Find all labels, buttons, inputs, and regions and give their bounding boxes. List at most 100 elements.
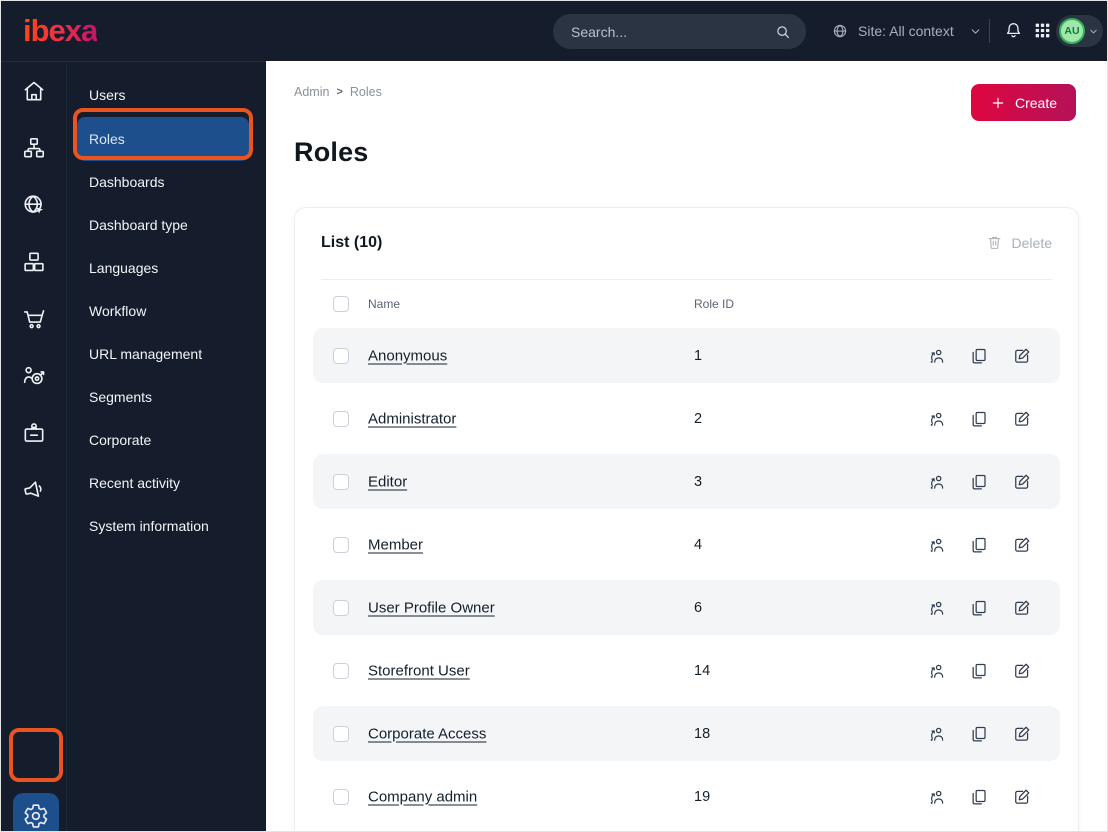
rail-item-content[interactable] [1,119,67,176]
create-button-label: Create [1014,94,1057,111]
role-id: 18 [694,725,711,742]
settings-gear-icon [23,803,49,829]
menu-item-languages[interactable]: Languages [67,247,266,290]
table-row[interactable]: User Profile Owner 6 [313,580,1060,635]
role-name-link[interactable]: Company admin [368,788,477,805]
role-name-link[interactable]: User Profile Owner [368,599,495,616]
bell-icon[interactable] [1003,20,1024,41]
row-checkbox[interactable] [333,347,349,364]
edit-icon[interactable] [1012,598,1032,618]
create-button[interactable]: Create [970,84,1076,121]
menu-item-segments[interactable]: Segments [67,376,266,419]
assign-user-icon[interactable] [926,598,946,618]
menu-item-recent-activity[interactable]: Recent activity [67,462,266,505]
role-id: 1 [694,347,703,364]
table-row[interactable]: Editor 3 [313,454,1060,509]
row-checkbox[interactable] [333,536,349,553]
role-name-link[interactable]: Anonymous [368,347,447,364]
edit-icon[interactable] [1012,409,1032,429]
row-checkbox[interactable] [333,662,349,679]
copy-icon[interactable] [969,787,989,807]
row-checkbox[interactable] [333,410,349,427]
app-grid-icon[interactable] [1032,20,1053,41]
rail-item-site[interactable] [1,176,67,233]
assign-user-icon[interactable] [926,661,946,681]
role-name-link[interactable]: Corporate Access [368,725,486,742]
menu-item-corporate[interactable]: Corporate [67,419,266,462]
assign-user-icon[interactable] [926,472,946,492]
select-all-checkbox[interactable] [333,296,349,312]
copy-icon[interactable] [969,409,989,429]
row-checkbox[interactable] [333,473,349,490]
role-name-link[interactable]: Member [368,536,423,553]
rail-item-marketing[interactable] [1,461,67,518]
rail-item-admin-settings[interactable] [13,793,59,831]
megaphone-icon [21,477,47,503]
table-row[interactable]: Anonymous 1 [313,328,1060,383]
assign-user-icon[interactable] [926,724,946,744]
copy-icon[interactable] [969,598,989,618]
assign-user-icon[interactable] [926,409,946,429]
site-context-label: Site: All context [858,23,954,39]
rail-item-commerce[interactable] [1,290,67,347]
row-actions [926,787,1032,807]
breadcrumb-roles[interactable]: Roles [350,85,382,99]
row-checkbox[interactable] [333,788,349,805]
row-actions [926,724,1032,744]
row-checkbox[interactable] [333,725,349,742]
app-window: ibexa Site: All context AU [0,0,1108,832]
ibexa-logo[interactable]: ibexa [23,13,98,49]
edit-icon[interactable] [1012,724,1032,744]
edit-icon[interactable] [1012,661,1032,681]
copy-icon[interactable] [969,346,989,366]
assign-user-icon[interactable] [926,346,946,366]
menu-item-dashboards[interactable]: Dashboards [67,161,266,204]
edit-icon[interactable] [1012,535,1032,555]
role-id: 4 [694,536,703,553]
role-name-link[interactable]: Storefront User [368,662,470,679]
column-header-name: Name [368,297,401,311]
role-name-link[interactable]: Administrator [368,410,456,427]
global-search[interactable] [553,14,806,49]
rail-item-personalization[interactable] [1,347,67,404]
menu-item-url-management[interactable]: URL management [67,333,266,376]
globe-icon [831,22,849,40]
menu-item-system-information[interactable]: System information [67,505,266,548]
copy-icon[interactable] [969,724,989,744]
copy-icon[interactable] [969,472,989,492]
breadcrumb-admin[interactable]: Admin [294,85,329,99]
table-row[interactable]: Company admin 19 [313,769,1060,824]
assign-user-icon[interactable] [926,787,946,807]
delete-button[interactable]: Delete [986,234,1052,251]
corporate-badge-icon [21,420,47,446]
edit-icon[interactable] [1012,346,1032,366]
role-name-link[interactable]: Editor [368,473,407,490]
rail-item-corporate[interactable] [1,404,67,461]
breadcrumb-separator: > [336,86,343,98]
menu-item-dashboard-type[interactable]: Dashboard type [67,204,266,247]
search-input[interactable] [553,23,774,40]
copy-icon[interactable] [969,661,989,681]
avatar[interactable]: AU [1059,18,1085,44]
user-menu[interactable]: AU [1056,15,1103,47]
edit-icon[interactable] [1012,472,1032,492]
rail-item-products[interactable] [1,233,67,290]
menu-item-users[interactable]: Users [67,74,266,117]
edit-icon[interactable] [1012,787,1032,807]
delete-button-label: Delete [1011,234,1052,251]
copy-icon[interactable] [969,535,989,555]
table-row[interactable]: Storefront User 14 [313,643,1060,698]
rail-item-home[interactable] [1,62,67,119]
search-icon[interactable] [774,23,792,41]
menu-item-roles[interactable]: Roles [77,117,249,161]
site-context-selector[interactable]: Site: All context [831,15,982,47]
table-row[interactable]: Corporate Access 18 [313,706,1060,761]
table-row[interactable]: Administrator 2 [313,391,1060,446]
menu-item-workflow[interactable]: Workflow [67,290,266,333]
table-row[interactable]: Member 4 [313,517,1060,572]
page-title: Roles [294,137,369,167]
table-body: Anonymous 1 Administrator 2 Editor 3 Mem… [313,328,1060,824]
main-content: Admin > Roles Create Roles List (10) Del… [266,61,1107,831]
assign-user-icon[interactable] [926,535,946,555]
row-checkbox[interactable] [333,599,349,616]
